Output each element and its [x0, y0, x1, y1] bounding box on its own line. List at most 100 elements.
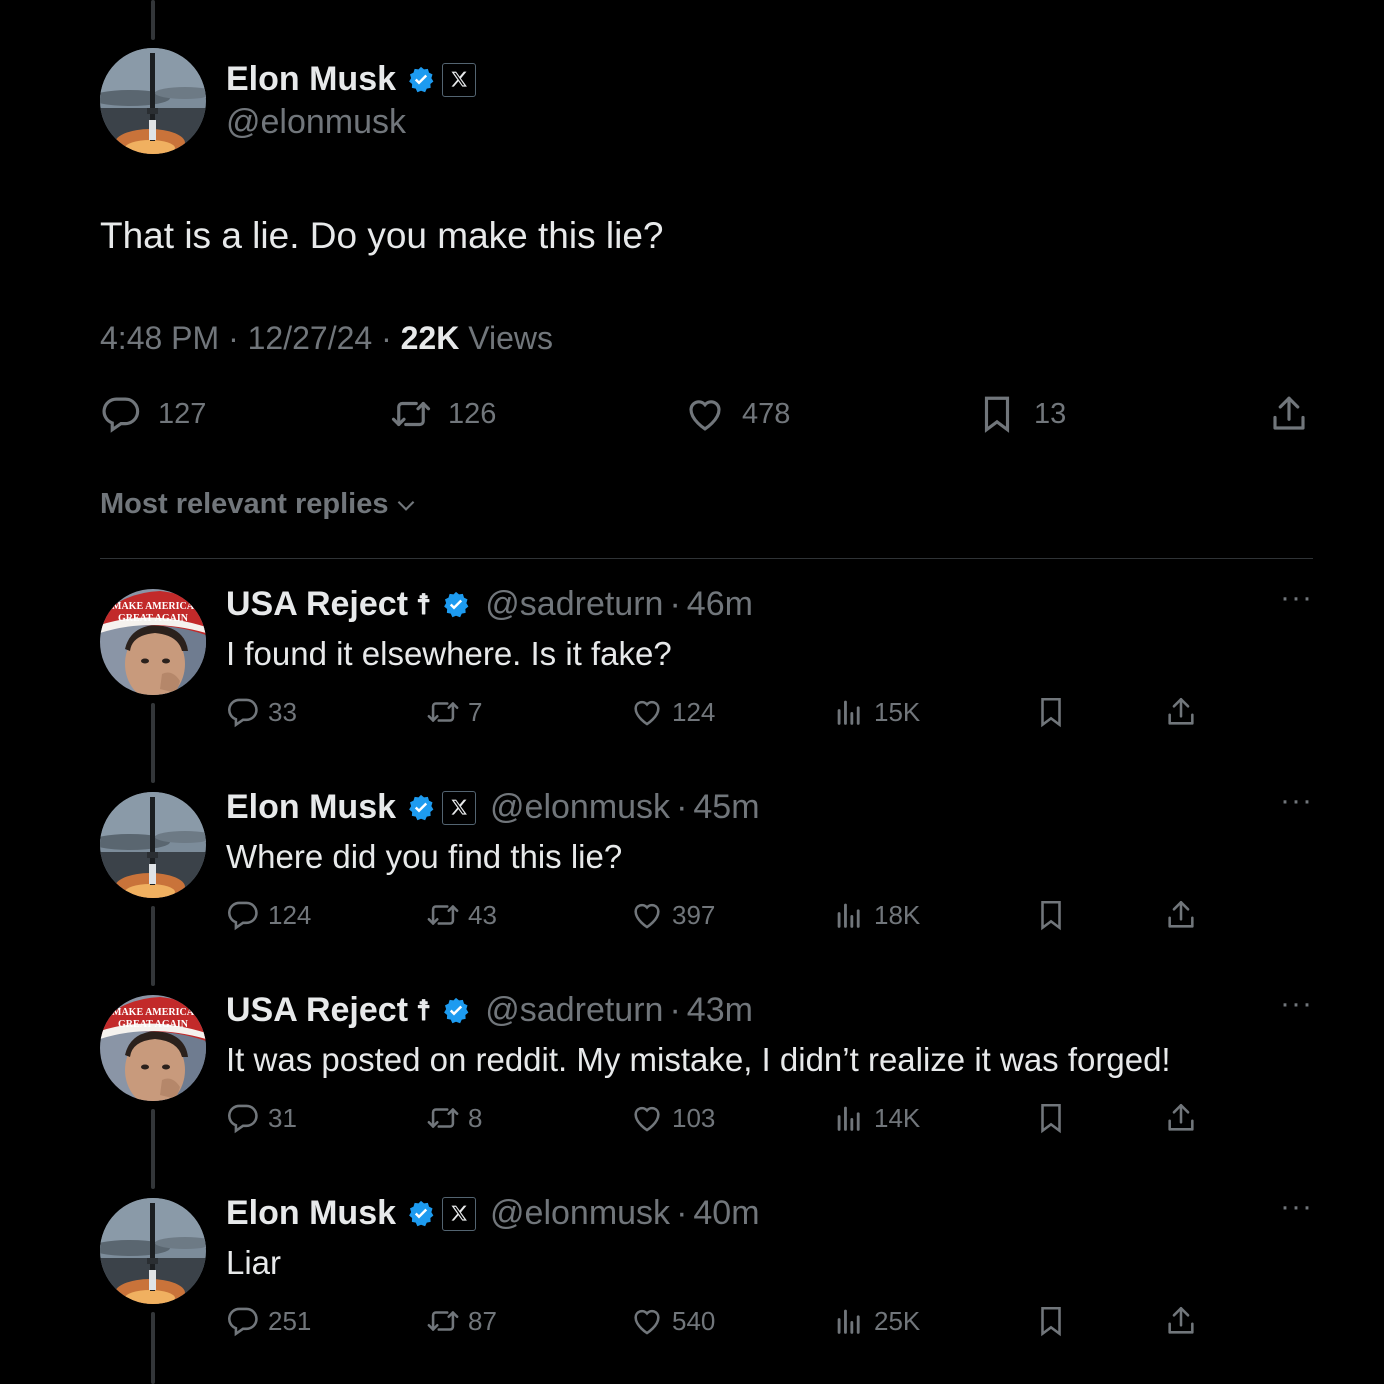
- reply-icon: [228, 1307, 258, 1337]
- reply-avatar[interactable]: MAKE AMERICA GREAT AGAIN: [100, 589, 206, 695]
- author-name[interactable]: Elon Musk: [226, 60, 477, 99]
- reply-avatar[interactable]: MAKE AMERICA GREAT AGAIN: [100, 995, 206, 1101]
- reply-handle[interactable]: @sadreturn: [485, 585, 663, 624]
- reply-time[interactable]: 40m: [693, 1194, 759, 1233]
- like-button[interactable]: 103: [630, 1101, 715, 1135]
- bookmark-icon: [1041, 1103, 1061, 1134]
- repost-icon: [427, 905, 459, 925]
- author-handle[interactable]: @elonmusk: [226, 103, 406, 142]
- reply-avatar[interactable]: [100, 1198, 206, 1304]
- reply-text: Liar: [226, 1244, 282, 1281]
- reply-handle[interactable]: @elonmusk: [490, 1194, 670, 1233]
- reply-handle[interactable]: @sadreturn: [485, 991, 663, 1030]
- share-icon: [1168, 1103, 1194, 1131]
- cross-emoji: ☨: [416, 589, 432, 620]
- reply-author-name[interactable]: Elon Musk: [226, 788, 396, 827]
- verified-badge-icon: [444, 591, 469, 617]
- tweet-time[interactable]: 4:48 PM: [100, 320, 219, 356]
- meta-separator: ·: [669, 991, 681, 1029]
- svg-text:GREAT AGAIN: GREAT AGAIN: [118, 1019, 189, 1030]
- reply-button[interactable]: 33: [226, 695, 297, 729]
- bookmark-button[interactable]: [1034, 898, 1076, 932]
- repost-icon: [427, 1108, 459, 1128]
- like-icon: [634, 700, 660, 726]
- repost-button[interactable]: 8: [426, 1101, 482, 1135]
- like-button[interactable]: 540: [630, 1304, 715, 1338]
- reply-handle[interactable]: @elonmusk: [490, 788, 670, 827]
- bookmark-icon: [1041, 900, 1061, 931]
- reply-avatar[interactable]: [100, 792, 206, 898]
- views-icon: [837, 903, 860, 928]
- thread-line-top: [151, 0, 155, 40]
- reply-text: It was posted on reddit. My mistake, I d…: [226, 1041, 1171, 1078]
- share-button[interactable]: [1164, 898, 1206, 932]
- like-icon: [634, 903, 660, 929]
- share-button[interactable]: [1164, 1304, 1206, 1338]
- bookmark-button[interactable]: [1034, 1304, 1076, 1338]
- reply-icon: [228, 901, 258, 931]
- x-affiliate-icon[interactable]: [442, 1196, 477, 1231]
- verified-badge-icon: [409, 66, 434, 92]
- repost-button[interactable]: 7: [426, 695, 482, 729]
- views-button[interactable]: 15K: [832, 695, 920, 729]
- reply-header: Elon Musk @elonmusk · 45m: [226, 788, 760, 827]
- repost-count: 7: [468, 696, 483, 727]
- share-button[interactable]: [1164, 695, 1206, 729]
- like-icon: [634, 1309, 660, 1335]
- tweet-date[interactable]: 12/27/24: [248, 320, 373, 356]
- meta-separator: ·: [228, 320, 248, 356]
- x-affiliate-icon[interactable]: [442, 790, 477, 825]
- verified-badge-icon: [409, 1200, 434, 1226]
- reply-author-name[interactable]: Elon Musk: [226, 1194, 396, 1233]
- reply-time[interactable]: 45m: [693, 788, 759, 827]
- repost-button[interactable]: 126: [390, 393, 496, 435]
- more-icon[interactable]: ···: [1280, 987, 1313, 1021]
- reply-author-name[interactable]: USA Reject: [226, 585, 408, 624]
- svg-text:GREAT AGAIN: GREAT AGAIN: [118, 613, 189, 624]
- bookmark-button[interactable]: [1034, 695, 1076, 729]
- tweet-meta: 4:48 PM · 12/27/24 · 22K Views: [100, 320, 553, 357]
- views-count: 25K: [874, 1305, 921, 1336]
- repost-icon: [427, 1311, 459, 1331]
- like-button[interactable]: 397: [630, 898, 715, 932]
- reply-button[interactable]: 251: [226, 1304, 311, 1338]
- svg-text:MAKE AMERICA: MAKE AMERICA: [112, 601, 195, 612]
- like-icon: [689, 400, 721, 431]
- sort-label[interactable]: Most relevant replies: [100, 488, 389, 521]
- more-icon[interactable]: ···: [1280, 784, 1313, 818]
- share-button[interactable]: [1164, 1101, 1206, 1135]
- more-icon[interactable]: ···: [1280, 1190, 1313, 1224]
- share-icon: [1273, 396, 1305, 430]
- share-icon: [1168, 697, 1194, 725]
- reply-author-name[interactable]: USA Reject: [226, 991, 408, 1030]
- views-button[interactable]: 14K: [832, 1101, 920, 1135]
- reply-button[interactable]: 124: [226, 898, 311, 932]
- share-icon: [1168, 900, 1194, 928]
- views-icon: [837, 1309, 860, 1334]
- reply-time[interactable]: 43m: [687, 991, 753, 1030]
- reply-icon: [228, 698, 258, 728]
- share-button[interactable]: [1268, 393, 1326, 435]
- x-affiliate-icon[interactable]: [442, 62, 477, 97]
- like-count: 540: [672, 1305, 716, 1336]
- bookmark-button[interactable]: [1034, 1101, 1076, 1135]
- more-icon[interactable]: ···: [1280, 581, 1313, 615]
- views-button[interactable]: 18K: [832, 898, 920, 932]
- bookmark-icon: [1041, 697, 1061, 728]
- sort-dropdown[interactable]: Most relevant replies: [100, 488, 419, 521]
- reply-time[interactable]: 46m: [687, 585, 753, 624]
- avatar[interactable]: [100, 48, 206, 154]
- chevron-down-icon: [397, 500, 414, 511]
- like-button[interactable]: 478: [684, 393, 790, 435]
- repost-button[interactable]: 87: [426, 1304, 497, 1338]
- repost-button[interactable]: 43: [426, 898, 497, 932]
- thread-line: [151, 906, 155, 986]
- views-label: Views: [468, 320, 553, 356]
- repost-count: 43: [468, 899, 497, 930]
- reply-button[interactable]: 31: [226, 1101, 297, 1135]
- views-button[interactable]: 25K: [832, 1304, 920, 1338]
- bookmark-button[interactable]: 13: [976, 393, 1066, 435]
- reply-button[interactable]: 127: [100, 393, 206, 435]
- author-name-text[interactable]: Elon Musk: [226, 60, 396, 99]
- like-button[interactable]: 124: [630, 695, 715, 729]
